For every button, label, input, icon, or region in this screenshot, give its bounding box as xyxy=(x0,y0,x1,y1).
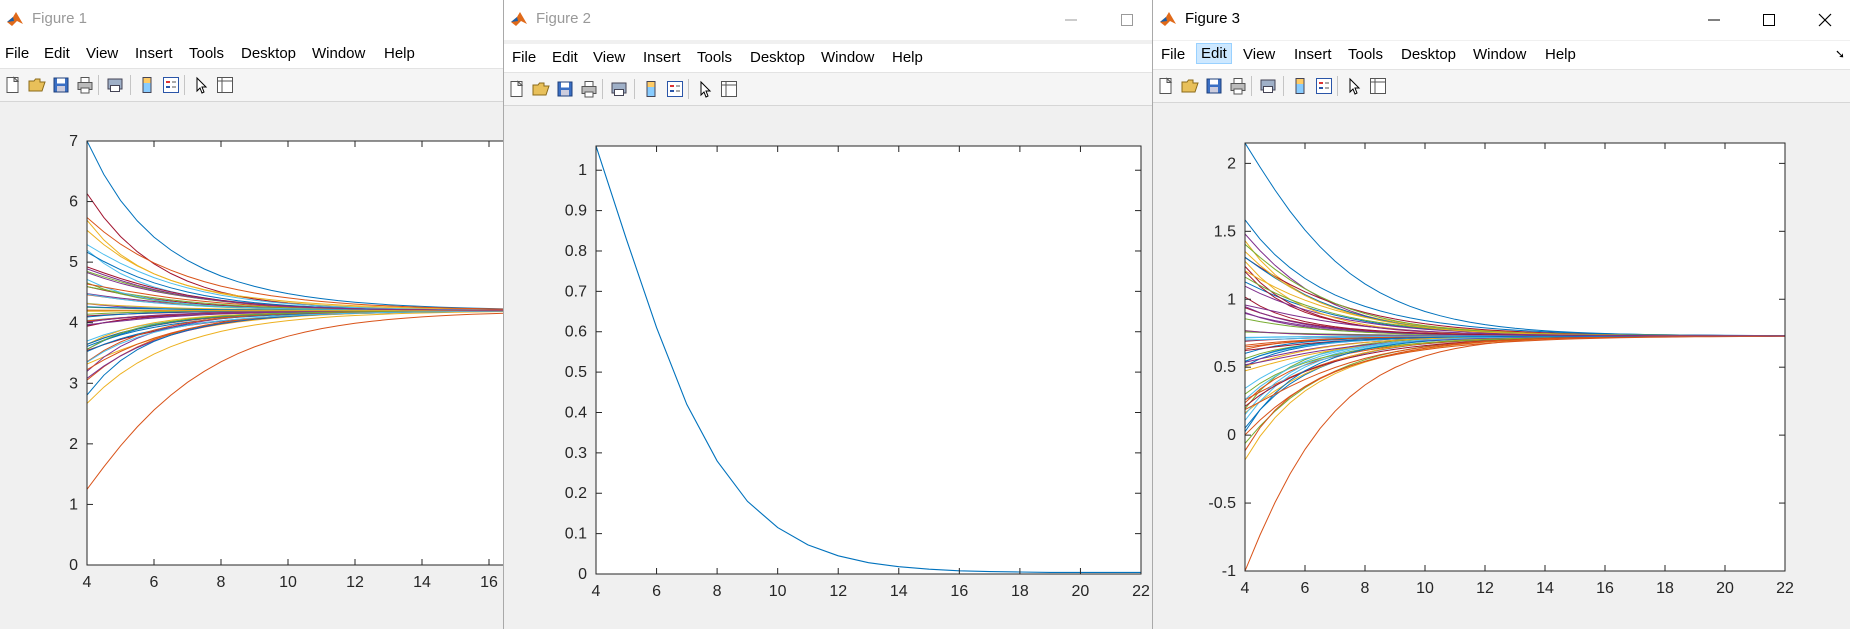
x-tick-label: 4 xyxy=(592,583,601,600)
x-tick-label: 14 xyxy=(890,583,908,600)
figure-1-window[interactable]: Figure 1 File Edit View Insert Tools Des… xyxy=(0,0,505,629)
x-tick-label: 10 xyxy=(769,583,787,600)
x-tick-label: 12 xyxy=(1476,580,1494,597)
plot-area xyxy=(596,146,1141,574)
x-tick-label: 18 xyxy=(1656,580,1674,597)
x-tick-label: 8 xyxy=(1361,580,1370,597)
x-tick-label: 16 xyxy=(1596,580,1614,597)
x-tick-label: 10 xyxy=(279,574,297,591)
y-tick-label: 0 xyxy=(578,566,587,583)
x-tick-label: 14 xyxy=(413,574,431,591)
x-tick-label: 22 xyxy=(1776,580,1794,597)
y-tick-label: 0.3 xyxy=(565,445,587,462)
x-tick-label: 16 xyxy=(950,583,968,600)
y-tick-label: 1 xyxy=(1227,291,1236,308)
figure-3-window[interactable]: Figure 3 File Edit View Insert Tools Des… xyxy=(1152,0,1850,629)
y-tick-label: 0.5 xyxy=(1214,359,1236,376)
y-tick-label: 7 xyxy=(69,133,78,150)
y-tick-label: 0.7 xyxy=(565,283,587,300)
x-tick-label: 20 xyxy=(1072,583,1090,600)
y-tick-label: 1 xyxy=(578,162,587,179)
figure-1-axes[interactable]: 4 6 8 10 12 14 1601234567 xyxy=(0,0,505,629)
figure-3-axes[interactable]: 4 6 8 10 12 14 16 18 20 22 -1 -0.5 0 0.5 1 1.5 2 xyxy=(1153,0,1850,629)
x-tick-label: 6 xyxy=(652,583,661,600)
plot-area xyxy=(87,141,504,565)
x-tick-label: 4 xyxy=(83,574,92,591)
y-tick-label: -1 xyxy=(1222,563,1236,580)
x-tick-label: 12 xyxy=(829,583,847,600)
x-tick-label: 6 xyxy=(150,574,159,591)
y-tick-label: 3 xyxy=(69,375,78,392)
x-tick-label: 20 xyxy=(1716,580,1734,597)
y-tick-label: 0.4 xyxy=(565,404,587,421)
x-tick-label: 12 xyxy=(346,574,364,591)
y-tick-label: 0.1 xyxy=(565,526,587,543)
x-tick-label: 22 xyxy=(1132,583,1150,600)
y-tick-label: 0.6 xyxy=(565,324,587,341)
x-tick-label: 10 xyxy=(1416,580,1434,597)
y-tick-label: 5 xyxy=(69,254,78,271)
x-tick-label: 4 xyxy=(1241,580,1250,597)
x-tick-label: 8 xyxy=(217,574,226,591)
x-tick-label: 14 xyxy=(1536,580,1554,597)
y-tick-label: 0 xyxy=(69,557,78,574)
y-tick-label: 1.5 xyxy=(1214,223,1236,240)
x-tick-label: 18 xyxy=(1011,583,1029,600)
figure-2-axes[interactable]: 4 6 8 10 12 14 16 18 20 22 0 0.1 0.2 0.3 0.4 0.5 0.6 0.7 0… xyxy=(504,0,1153,629)
y-tick-label: -0.5 xyxy=(1208,495,1236,512)
x-tick-label: 16 xyxy=(480,574,498,591)
y-tick-label: 2 xyxy=(69,436,78,453)
x-tick-label: 6 xyxy=(1301,580,1310,597)
y-tick-label: 2 xyxy=(1227,155,1236,172)
y-tick-label: 0 xyxy=(1227,427,1236,444)
y-tick-label: 1 xyxy=(69,496,78,513)
y-tick-label: 0.2 xyxy=(565,485,587,502)
y-tick-label: 6 xyxy=(69,194,78,211)
figure-2-window[interactable]: Figure 2 File Edit View Insert Tools Des… xyxy=(503,0,1153,629)
y-tick-label: 0.5 xyxy=(565,364,587,381)
y-tick-label: 0.9 xyxy=(565,203,587,220)
y-tick-label: 4 xyxy=(69,315,78,332)
y-tick-label: 0.8 xyxy=(565,243,587,260)
x-tick-label: 8 xyxy=(713,583,722,600)
